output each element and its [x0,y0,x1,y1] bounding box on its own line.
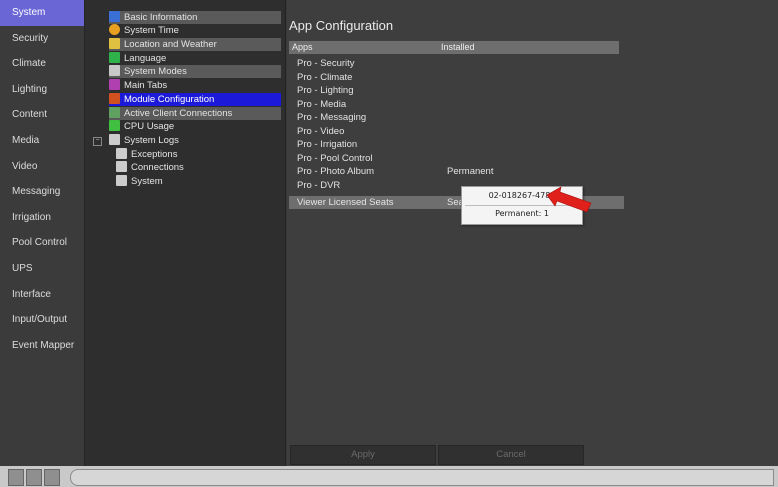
tree-item-label: Main Tabs [124,80,168,91]
tree-item-label: Language [124,53,167,64]
tree-item-label: System Modes [124,66,187,77]
nav-item-content[interactable]: Content [0,102,84,128]
log-icon [116,175,127,186]
tree-item-main-tabs[interactable]: Main Tabs [109,79,281,92]
nav-item-event-mapper[interactable]: Event Mapper [0,333,84,359]
app-name: Pro - Pool Control [297,152,373,164]
bottom-status-bar [0,466,778,487]
tree-item-label: Location and Weather [124,39,217,50]
nav-item-ups[interactable]: UPS [0,256,84,282]
log-icon [116,148,127,159]
nav-item-messaging[interactable]: Messaging [0,179,84,205]
cpu-icon [109,120,120,131]
app-status: Permanent [447,166,494,177]
bottom-box-2[interactable] [26,469,42,486]
bottom-box-3[interactable] [44,469,60,486]
nav-item-interface[interactable]: Interface [0,282,84,308]
tree-item-system[interactable]: System [116,175,281,188]
tree-item-cpu-usage[interactable]: CPU Usage [109,120,281,133]
nav-item-lighting[interactable]: Lighting [0,77,84,103]
app-row[interactable]: Pro - Pool Control [289,152,619,165]
tree-item-language[interactable]: Language [109,52,281,65]
app-name: Pro - Climate [297,71,353,83]
tree-item-label: Basic Information [124,12,198,23]
nav-item-pool-control[interactable]: Pool Control [0,230,84,256]
tree-item-label: System Logs [124,135,179,146]
app-name: Pro - DVR [297,179,341,191]
log-icon [116,161,127,172]
info-icon [109,11,120,22]
tree-item-label: Exceptions [131,149,178,160]
app-row[interactable]: Pro - Climate [289,71,619,84]
nav-item-input-output[interactable]: Input/Output [0,307,84,333]
app-row[interactable]: Pro - Media [289,98,619,111]
globe-icon [109,52,120,63]
app-name: Pro - Lighting [297,85,354,96]
tree-item-location-and-weather[interactable]: Location and Weather [109,38,281,51]
tree-item-label: System [131,176,163,187]
apply-button[interactable]: Apply [290,445,436,465]
column-header-installed[interactable]: Installed [441,41,475,54]
tree-item-label: Active Client Connections [124,108,233,119]
tree-item-active-client-connections[interactable]: Active Client Connections [109,107,281,120]
log-icon [109,134,120,145]
app-name: Pro - Media [297,98,347,110]
tree-item-basic-information[interactable]: Basic Information [109,11,281,24]
connections-icon [109,107,120,118]
modes-icon [109,65,120,76]
nav-item-climate[interactable]: Climate [0,51,84,77]
weather-icon [109,38,120,49]
app-row[interactable]: Pro - Photo Album Permanent [289,165,619,178]
app-name: Pro - Video [297,125,345,137]
app-row[interactable]: Pro - Security [289,57,619,70]
tree-item-system-logs[interactable]: System Logs [109,134,281,147]
tree-item-label: Module Configuration [124,94,215,105]
tabs-icon [109,79,120,90]
clock-icon [109,24,120,35]
app-row[interactable]: Pro - Video [289,125,619,138]
bottom-input-field[interactable] [70,469,774,486]
app-name: Pro - Messaging [297,112,367,123]
app-row[interactable]: Pro - Lighting [289,84,619,97]
app-configuration-panel: App Configuration Apps Installed Pro - S… [287,0,778,466]
tree-item-system-time[interactable]: System Time [109,24,281,37]
nav-item-media[interactable]: Media [0,128,84,154]
column-header-apps[interactable]: Apps [292,41,313,54]
nav-item-system[interactable]: System [0,0,84,26]
tree-item-system-modes[interactable]: System Modes [109,65,281,78]
bottom-box-1[interactable] [8,469,24,486]
nav-item-video[interactable]: Video [0,154,84,180]
settings-tree: Basic Information System Time Location and… [85,0,286,466]
tree-item-label: System Time [124,25,179,36]
nav-item-irrigation[interactable]: Irrigation [0,205,84,231]
table-header: Apps Installed [289,41,619,54]
app-name: Pro - Irrigation [297,139,358,150]
tree-item-label: CPU Usage [124,121,175,132]
page-title: App Configuration [289,18,394,33]
tree-item-module-configuration[interactable]: Module Configuration [109,93,281,106]
app-row[interactable]: Pro - Irrigation [289,138,619,151]
red-arrow-icon [546,186,592,213]
collapse-icon[interactable]: − [93,137,102,146]
seats-label: Viewer Licensed Seats [297,197,394,208]
nav-item-security[interactable]: Security [0,26,84,52]
tree-item-connections[interactable]: Connections [116,161,281,174]
module-icon [109,93,120,104]
tree-item-exceptions[interactable]: Exceptions [116,148,281,161]
left-nav: System Security Climate Lighting Content Medi… [0,0,85,466]
app-row[interactable]: Pro - Messaging [289,111,619,124]
app-name: Pro - Security [297,58,355,69]
cancel-button[interactable]: Cancel [438,445,584,465]
app-name: Pro - Photo Album [297,166,375,177]
tree-item-label: Connections [131,162,184,173]
